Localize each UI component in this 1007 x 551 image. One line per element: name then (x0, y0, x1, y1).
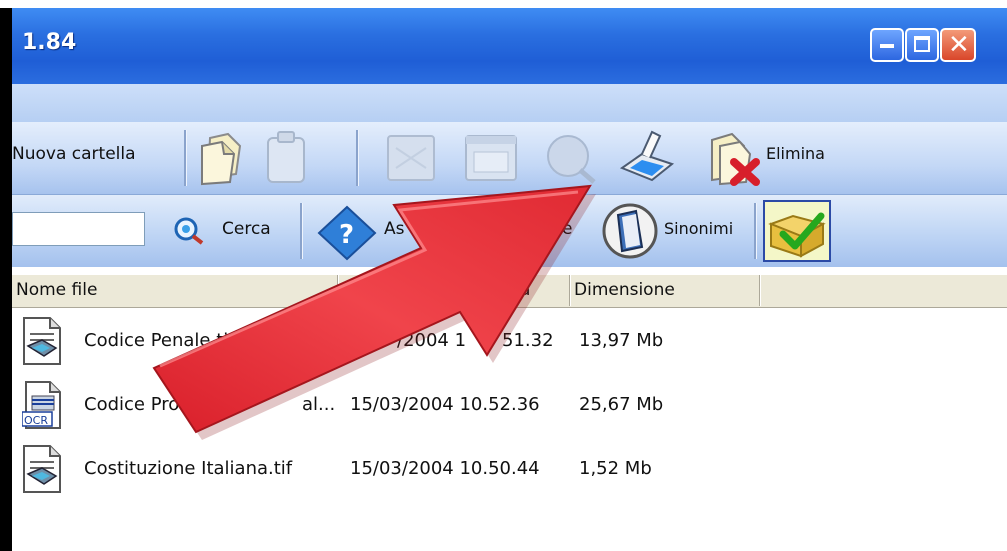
toolbar-separator (300, 203, 302, 259)
file-list-header: Nome file D a Dimensione (12, 275, 1007, 308)
file-size: 25,67 Mb (579, 394, 664, 415)
help-icon[interactable]: ? (315, 203, 379, 261)
window-title: 1.84 (22, 30, 77, 55)
book-icon[interactable] (602, 201, 660, 261)
file-name-tail: al... (302, 394, 336, 415)
file-name: Codice Penale.tif (84, 330, 235, 351)
menu-bar (12, 84, 1007, 122)
spellcheck-button[interactable] (763, 200, 831, 262)
svg-text:OCR: OCR (24, 414, 48, 427)
maximize-icon (914, 36, 930, 52)
search-icon[interactable] (172, 215, 206, 245)
close-icon: ✕ (948, 30, 970, 60)
search-toolbar: Cerca ? As e Sinonimi (12, 195, 1007, 267)
file-date-tail: 51.32 (502, 330, 554, 351)
table-row[interactable]: OCR Codice Proce al... 15/03/2004 10.52.… (12, 376, 1007, 436)
ocr-file-icon: OCR (22, 381, 61, 429)
toolbar-separator (754, 203, 756, 259)
copy-icon[interactable] (196, 128, 252, 186)
file-date: 15/03/2004 10.52.36 (350, 394, 540, 415)
file-date: /2004 1 (397, 330, 467, 351)
file-name: Costituzione Italiana.tif (84, 458, 293, 479)
title-bar[interactable]: 1.84 ✕ (12, 8, 1007, 84)
assistant-button-label-tail: e (562, 219, 573, 239)
file-size: 13,97 Mb (579, 330, 664, 351)
tif-file-icon (23, 317, 61, 365)
delete-icon[interactable] (702, 126, 770, 188)
tif-file-icon (23, 445, 61, 493)
table-row[interactable]: Codice Penale.tif /2004 1 51.32 13,97 Mb (12, 312, 1007, 372)
search-button[interactable]: Cerca (222, 219, 271, 239)
file-date: 15/03/2004 10.50.44 (350, 458, 540, 479)
toolbar-separator (356, 130, 358, 186)
paste-icon[interactable] (258, 128, 314, 186)
minimize-icon (880, 44, 894, 48)
column-header-size[interactable]: Dimensione (570, 275, 760, 306)
new-folder-button[interactable]: Nuova cartella (12, 144, 136, 164)
disabled-icon[interactable] (380, 128, 440, 186)
synonyms-button[interactable]: Sinonimi (664, 219, 733, 238)
window-icon[interactable] (460, 128, 520, 186)
table-row[interactable]: Costituzione Italiana.tif 15/03/2004 10.… (12, 440, 1007, 500)
scanner-icon[interactable] (616, 128, 676, 186)
column-header-date-start: D (342, 280, 356, 300)
close-button[interactable]: ✕ (940, 28, 976, 62)
main-toolbar: Nuova cartella Elimina (12, 122, 1007, 195)
window-left-border (0, 8, 12, 551)
search-input[interactable] (12, 212, 145, 246)
column-header-date[interactable]: D a (338, 275, 570, 306)
file-size: 1,52 Mb (579, 458, 652, 479)
file-name: Codice Proce (84, 394, 201, 415)
svg-text:?: ? (339, 220, 354, 250)
minimize-button[interactable] (870, 28, 904, 62)
column-header-date-end: a (520, 280, 531, 300)
assistant-button-label[interactable]: As (384, 219, 405, 239)
toolbar-separator (184, 130, 186, 186)
column-header-name[interactable]: Nome file (12, 275, 338, 306)
search-globe-icon[interactable] (540, 128, 600, 186)
maximize-button[interactable] (905, 28, 939, 62)
delete-button[interactable]: Elimina (766, 144, 825, 163)
check-folder-icon (768, 212, 826, 258)
